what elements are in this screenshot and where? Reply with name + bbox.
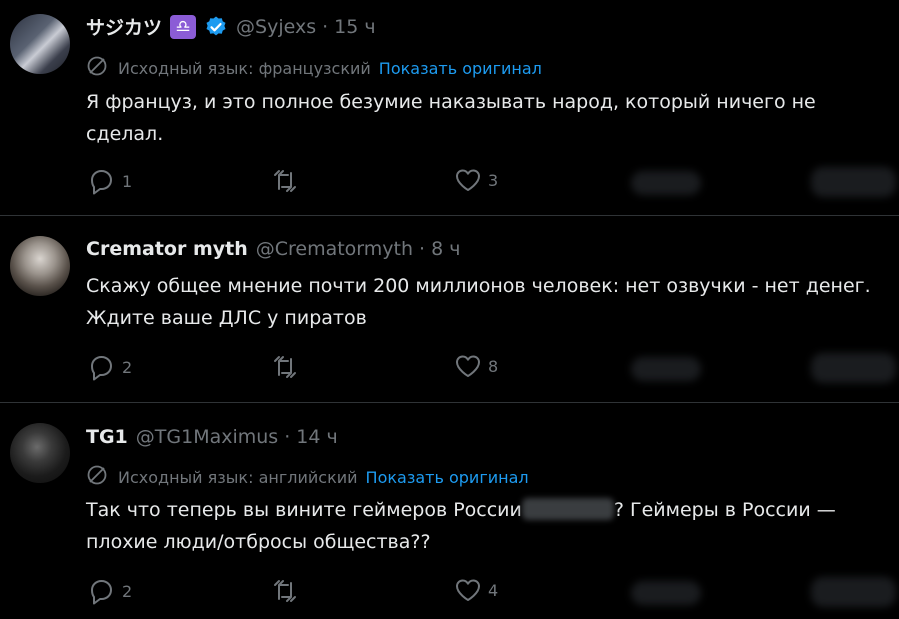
reply-button[interactable]: 1 — [86, 167, 132, 195]
post-header: サジカツ ♎ @Syjexs · 15 ч — [86, 13, 376, 40]
handle[interactable]: @Syjexs — [236, 16, 316, 38]
show-original-link[interactable]: Показать оригинал — [366, 468, 529, 487]
retweet-icon — [271, 577, 299, 605]
timestamp[interactable]: 15 ч — [334, 16, 375, 38]
translation-bar: Исходный язык: французский Показать ориг… — [86, 55, 542, 81]
post[interactable]: Cremator myth @Crematormyth · 8 ч Скажу … — [0, 216, 899, 402]
retweet-button[interactable] — [271, 167, 299, 195]
post-text: Я француз, и это полное безумие наказыва… — [86, 91, 816, 145]
action-bar: 1 3 — [86, 167, 896, 197]
post-text-part: Так что теперь вы вините геймеров России — [86, 499, 522, 521]
post-header: TG1 @TG1Maximus · 14 ч — [86, 426, 338, 448]
redacted-text — [521, 498, 614, 520]
blurred-actions — [631, 581, 701, 605]
separator: · — [419, 238, 426, 260]
action-bar: 2 8 — [86, 353, 896, 383]
like-icon — [454, 167, 482, 193]
retweet-icon — [271, 353, 299, 381]
like-icon — [454, 353, 482, 379]
like-count: 4 — [488, 580, 499, 600]
translate-icon — [86, 55, 108, 81]
show-original-link[interactable]: Показать оригинал — [379, 59, 542, 78]
like-icon — [454, 577, 482, 603]
reply-icon — [86, 353, 116, 381]
handle[interactable]: @TG1Maximus — [136, 426, 278, 448]
reply-button[interactable]: 2 — [86, 577, 132, 605]
separator: · — [284, 426, 291, 448]
blurred-actions — [811, 167, 896, 197]
translation-bar: Исходный язык: английский Показать ориги… — [86, 464, 529, 490]
like-count: 3 — [488, 170, 499, 190]
action-bar: 2 4 — [86, 577, 896, 607]
blurred-actions — [631, 171, 701, 195]
post-header: Cremator myth @Crematormyth · 8 ч — [86, 238, 460, 260]
blurred-actions — [811, 577, 896, 607]
avatar[interactable] — [10, 423, 70, 483]
like-button[interactable]: 8 — [454, 353, 498, 379]
translation-label: Исходный язык: французский — [118, 58, 371, 78]
blurred-actions — [631, 357, 701, 381]
post[interactable]: サジカツ ♎ @Syjexs · 15 ч Исходный язык: фра… — [0, 0, 899, 215]
translate-icon — [86, 464, 108, 490]
timestamp[interactable]: 14 ч — [296, 426, 337, 448]
retweet-icon — [271, 167, 299, 195]
retweet-button[interactable] — [271, 353, 299, 381]
reply-count: 1 — [122, 171, 133, 191]
zodiac-badge: ♎ — [170, 14, 197, 39]
reply-icon — [86, 167, 116, 195]
like-button[interactable]: 3 — [454, 167, 498, 193]
retweet-button[interactable] — [271, 577, 299, 605]
avatar[interactable] — [10, 236, 70, 296]
translation-label: Исходный язык: английский — [118, 467, 358, 487]
separator: · — [322, 15, 329, 38]
like-button[interactable]: 4 — [454, 577, 498, 603]
reply-count: 2 — [122, 357, 133, 377]
timestamp[interactable]: 8 ч — [431, 238, 460, 260]
post-text: Скажу общее мнение почти 200 миллионов ч… — [86, 275, 871, 329]
post-text: Так что теперь вы вините геймеров России… — [86, 494, 886, 558]
blurred-actions — [811, 353, 896, 383]
display-name[interactable]: Cremator myth — [86, 238, 248, 260]
display-name[interactable]: サジカツ — [86, 13, 162, 40]
like-count: 8 — [488, 356, 499, 376]
display-name[interactable]: TG1 — [86, 426, 128, 448]
reply-count: 2 — [122, 581, 133, 601]
reply-button[interactable]: 2 — [86, 353, 132, 381]
verified-icon[interactable] — [204, 15, 228, 39]
handle[interactable]: @Crematormyth — [256, 238, 413, 260]
avatar[interactable] — [10, 14, 70, 74]
reply-icon — [86, 577, 116, 605]
post[interactable]: TG1 @TG1Maximus · 14 ч Исходный язык: ан… — [0, 403, 899, 619]
